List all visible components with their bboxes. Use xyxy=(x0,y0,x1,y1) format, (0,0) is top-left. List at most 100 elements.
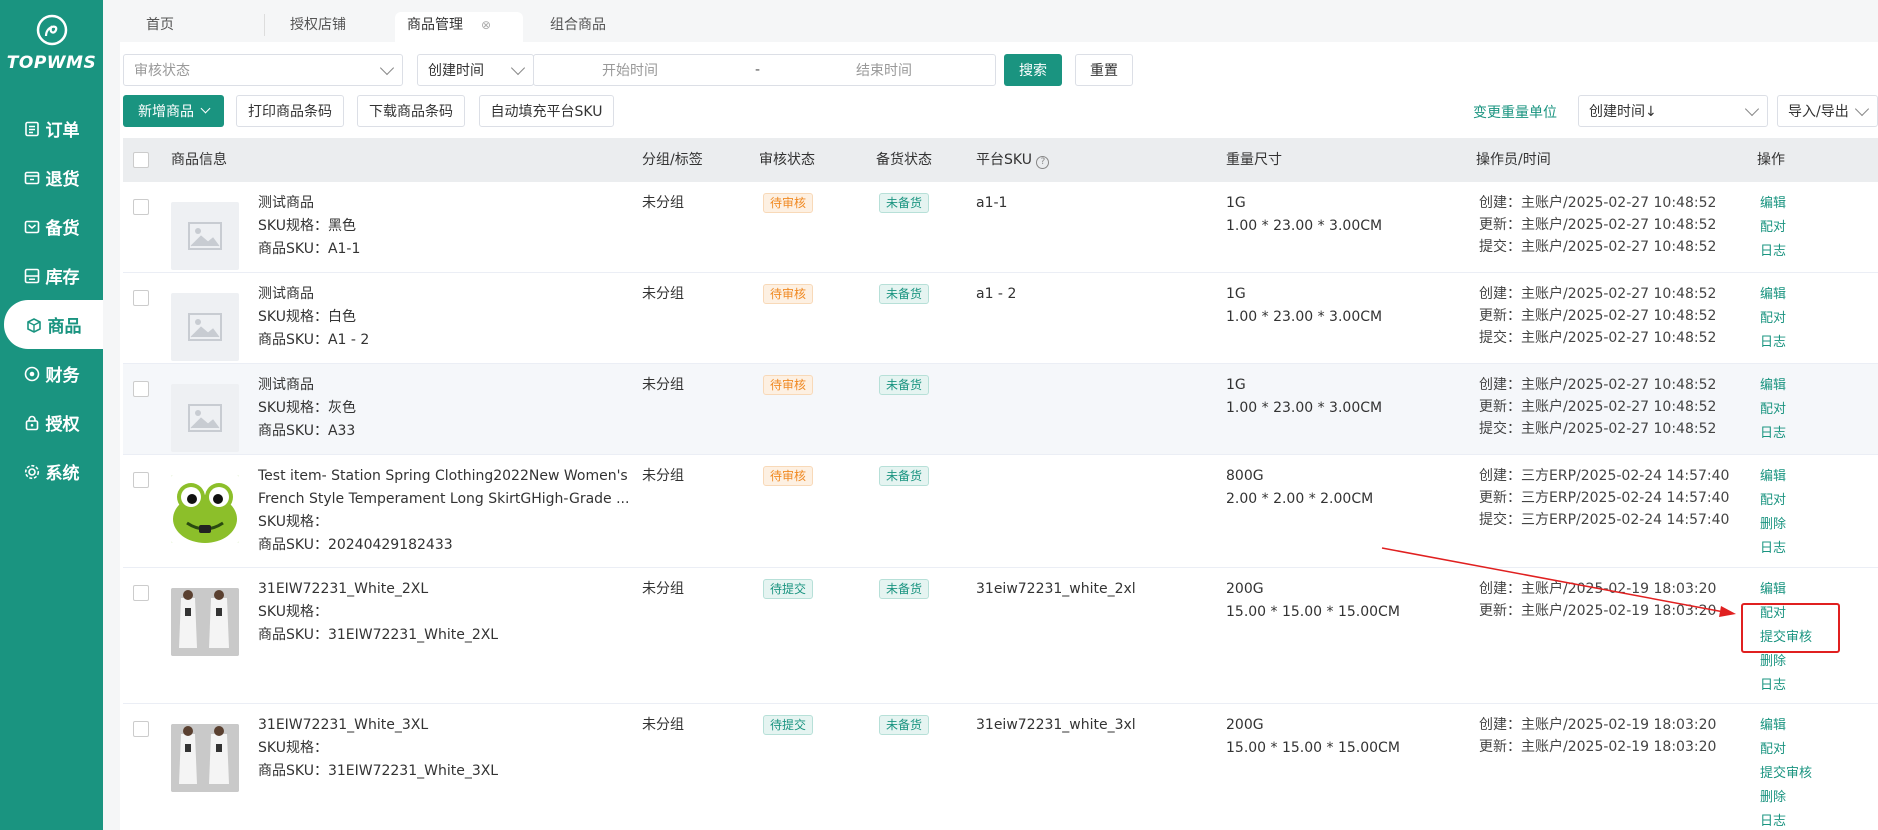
sidebar-item-auth[interactable]: 授权 xyxy=(0,398,103,447)
group-cell: 未分组 xyxy=(642,286,684,302)
table-row: 测试商品 SKU规格：白色 商品SKU：A1 - 2 未分组 待审核 未备货 a… xyxy=(123,273,1878,364)
header-review-status: 审核状态 xyxy=(759,152,815,168)
delete-link[interactable]: 删除 xyxy=(1760,786,1812,810)
edit-link[interactable]: 编辑 xyxy=(1760,192,1786,216)
sku-spec: SKU规格：灰色 xyxy=(258,400,356,416)
log-created: 创建：主账户/2025-02-27 10:48:52 xyxy=(1479,377,1717,393)
header-label: 平台SKU xyxy=(976,152,1032,168)
sidebar-item-orders[interactable]: 订单 xyxy=(0,104,103,153)
weight-size-cell: 1G 1.00 * 23.00 * 3.00CM xyxy=(1226,283,1382,329)
print-barcode-button[interactable]: 打印商品条码 xyxy=(236,95,344,127)
row-checkbox[interactable] xyxy=(133,721,149,737)
sidebar-item-products[interactable]: 商品 xyxy=(4,300,103,349)
select-all-checkbox[interactable] xyxy=(133,152,149,168)
sidebar: TOPWMS 订单 退货 备货 库存 商品 财务 授权 系统 xyxy=(0,0,103,830)
log-link[interactable]: 日志 xyxy=(1760,331,1786,355)
sidebar-item-returns[interactable]: 退货 xyxy=(0,153,103,202)
autofill-platform-sku-button[interactable]: 自动填充平台SKU xyxy=(479,95,614,127)
review-status-badge: 待审核 xyxy=(763,284,814,304)
submit-review-link[interactable]: 提交审核 xyxy=(1760,762,1812,786)
pair-link[interactable]: 配对 xyxy=(1760,307,1786,331)
dimensions-value: 2.00 * 2.00 * 2.00CM xyxy=(1226,491,1374,507)
header-platform-sku: 平台SKU ? xyxy=(976,138,1050,182)
change-weight-unit-link[interactable]: 变更重量单位 xyxy=(1473,102,1557,122)
platform-sku-cell: 31eiw72231_white_2xl xyxy=(976,581,1136,597)
product-info: 31EIW72231_White_2XL SKU规格： 商品SKU：31EIW7… xyxy=(258,578,498,647)
log-link[interactable]: 日志 xyxy=(1760,674,1812,698)
log-link[interactable]: 日志 xyxy=(1760,422,1786,446)
product-image xyxy=(171,588,239,656)
sku-spec: SKU规格：白色 xyxy=(258,309,356,325)
operator-log: 创建：三方ERP/2025-02-24 14:57:40 更新：三方ERP/20… xyxy=(1479,465,1729,531)
tab-combo-products[interactable]: 组合商品 xyxy=(538,12,618,42)
logo-icon xyxy=(36,14,67,46)
product-icon xyxy=(26,317,41,333)
import-export-select[interactable]: 导入/导出 xyxy=(1777,95,1878,127)
chevron-down-icon xyxy=(1854,101,1870,116)
weight-value: 200G xyxy=(1226,581,1264,597)
edit-link[interactable]: 编辑 xyxy=(1760,714,1812,738)
log-updated: 更新：主账户/2025-02-19 18:03:20 xyxy=(1479,739,1717,755)
log-link[interactable]: 日志 xyxy=(1760,240,1786,264)
row-checkbox[interactable] xyxy=(133,472,149,488)
end-date-input[interactable]: 结束时间 xyxy=(856,60,912,80)
weight-size-cell: 200G 15.00 * 15.00 * 15.00CM xyxy=(1226,714,1400,760)
product-name: 31EIW72231_White_3XL xyxy=(258,717,429,733)
sidebar-item-label: 财务 xyxy=(45,366,80,386)
row-checkbox[interactable] xyxy=(133,585,149,601)
start-date-input[interactable]: 开始时间 xyxy=(602,60,658,80)
close-icon[interactable]: ⊗ xyxy=(481,18,491,32)
sidebar-item-label: 库存 xyxy=(45,268,80,288)
product-name: Test item- Station Spring Clothing2022Ne… xyxy=(258,468,628,484)
tab-label: 组合商品 xyxy=(550,17,606,33)
log-updated: 更新：主账户/2025-02-27 10:48:52 xyxy=(1479,399,1717,415)
sidebar-item-system[interactable]: 系统 xyxy=(0,447,103,496)
dimensions-value: 15.00 * 15.00 * 15.00CM xyxy=(1226,740,1400,756)
stock-status-badge: 未备货 xyxy=(879,375,930,395)
sort-select[interactable]: 创建时间↓ xyxy=(1578,95,1768,127)
select-placeholder: 审核状态 xyxy=(134,63,190,79)
edit-link[interactable]: 编辑 xyxy=(1760,465,1786,489)
edit-link[interactable]: 编辑 xyxy=(1760,283,1786,307)
download-barcode-button[interactable]: 下载商品条码 xyxy=(357,95,465,127)
log-created: 创建：主账户/2025-02-19 18:03:20 xyxy=(1479,581,1717,597)
add-product-button[interactable]: 新增商品 xyxy=(123,95,224,127)
tab-product-management[interactable]: 商品管理 ⊗ xyxy=(395,12,523,42)
pair-link[interactable]: 配对 xyxy=(1760,489,1786,513)
log-link[interactable]: 日志 xyxy=(1760,537,1786,561)
reset-button[interactable]: 重置 xyxy=(1075,54,1133,86)
pair-link[interactable]: 配对 xyxy=(1760,398,1786,422)
order-icon xyxy=(24,121,39,136)
pair-link[interactable]: 配对 xyxy=(1760,216,1786,240)
time-type-select[interactable]: 创建时间 xyxy=(417,54,534,86)
chevron-down-icon xyxy=(1744,101,1760,116)
date-range-picker[interactable]: 开始时间 - 结束时间 xyxy=(533,54,996,86)
header-group: 分组/标签 xyxy=(642,152,703,168)
sidebar-item-stock-prep[interactable]: 备货 xyxy=(0,202,103,251)
product-name: 测试商品 xyxy=(258,195,314,211)
tab-home[interactable]: 首页 xyxy=(134,12,186,42)
delete-link[interactable]: 删除 xyxy=(1760,513,1786,537)
edit-link[interactable]: 编辑 xyxy=(1760,374,1786,398)
operator-log: 创建：主账户/2025-02-27 10:48:52 更新：主账户/2025-0… xyxy=(1479,283,1716,349)
sidebar-item-finance[interactable]: 财务 xyxy=(0,349,103,398)
delete-link[interactable]: 删除 xyxy=(1760,650,1812,674)
search-button[interactable]: 搜索 xyxy=(1004,54,1062,86)
log-link[interactable]: 日志 xyxy=(1760,810,1812,830)
sidebar-item-inventory[interactable]: 库存 xyxy=(0,251,103,300)
pair-link[interactable]: 配对 xyxy=(1760,738,1812,762)
row-checkbox[interactable] xyxy=(133,381,149,397)
log-submitted: 提交：主账户/2025-02-27 10:48:52 xyxy=(1479,330,1717,346)
row-checkbox[interactable] xyxy=(133,199,149,215)
review-status-select[interactable]: 审核状态 xyxy=(123,54,403,86)
log-updated: 更新：主账户/2025-02-27 10:48:52 xyxy=(1479,308,1717,324)
log-created: 创建：主账户/2025-02-27 10:48:52 xyxy=(1479,195,1717,211)
tab-authorized-shops[interactable]: 授权店铺 xyxy=(278,12,358,42)
table-row: Test item- Station Spring Clothing2022Ne… xyxy=(123,455,1878,568)
edit-link[interactable]: 编辑 xyxy=(1760,578,1812,602)
sidebar-item-label: 订单 xyxy=(45,121,80,141)
product-name-line2: French Style Temperament Long SkirtGHigh… xyxy=(258,491,630,507)
help-icon[interactable]: ? xyxy=(1036,156,1050,169)
row-checkbox[interactable] xyxy=(133,290,149,306)
log-created: 创建：主账户/2025-02-19 18:03:20 xyxy=(1479,717,1717,733)
